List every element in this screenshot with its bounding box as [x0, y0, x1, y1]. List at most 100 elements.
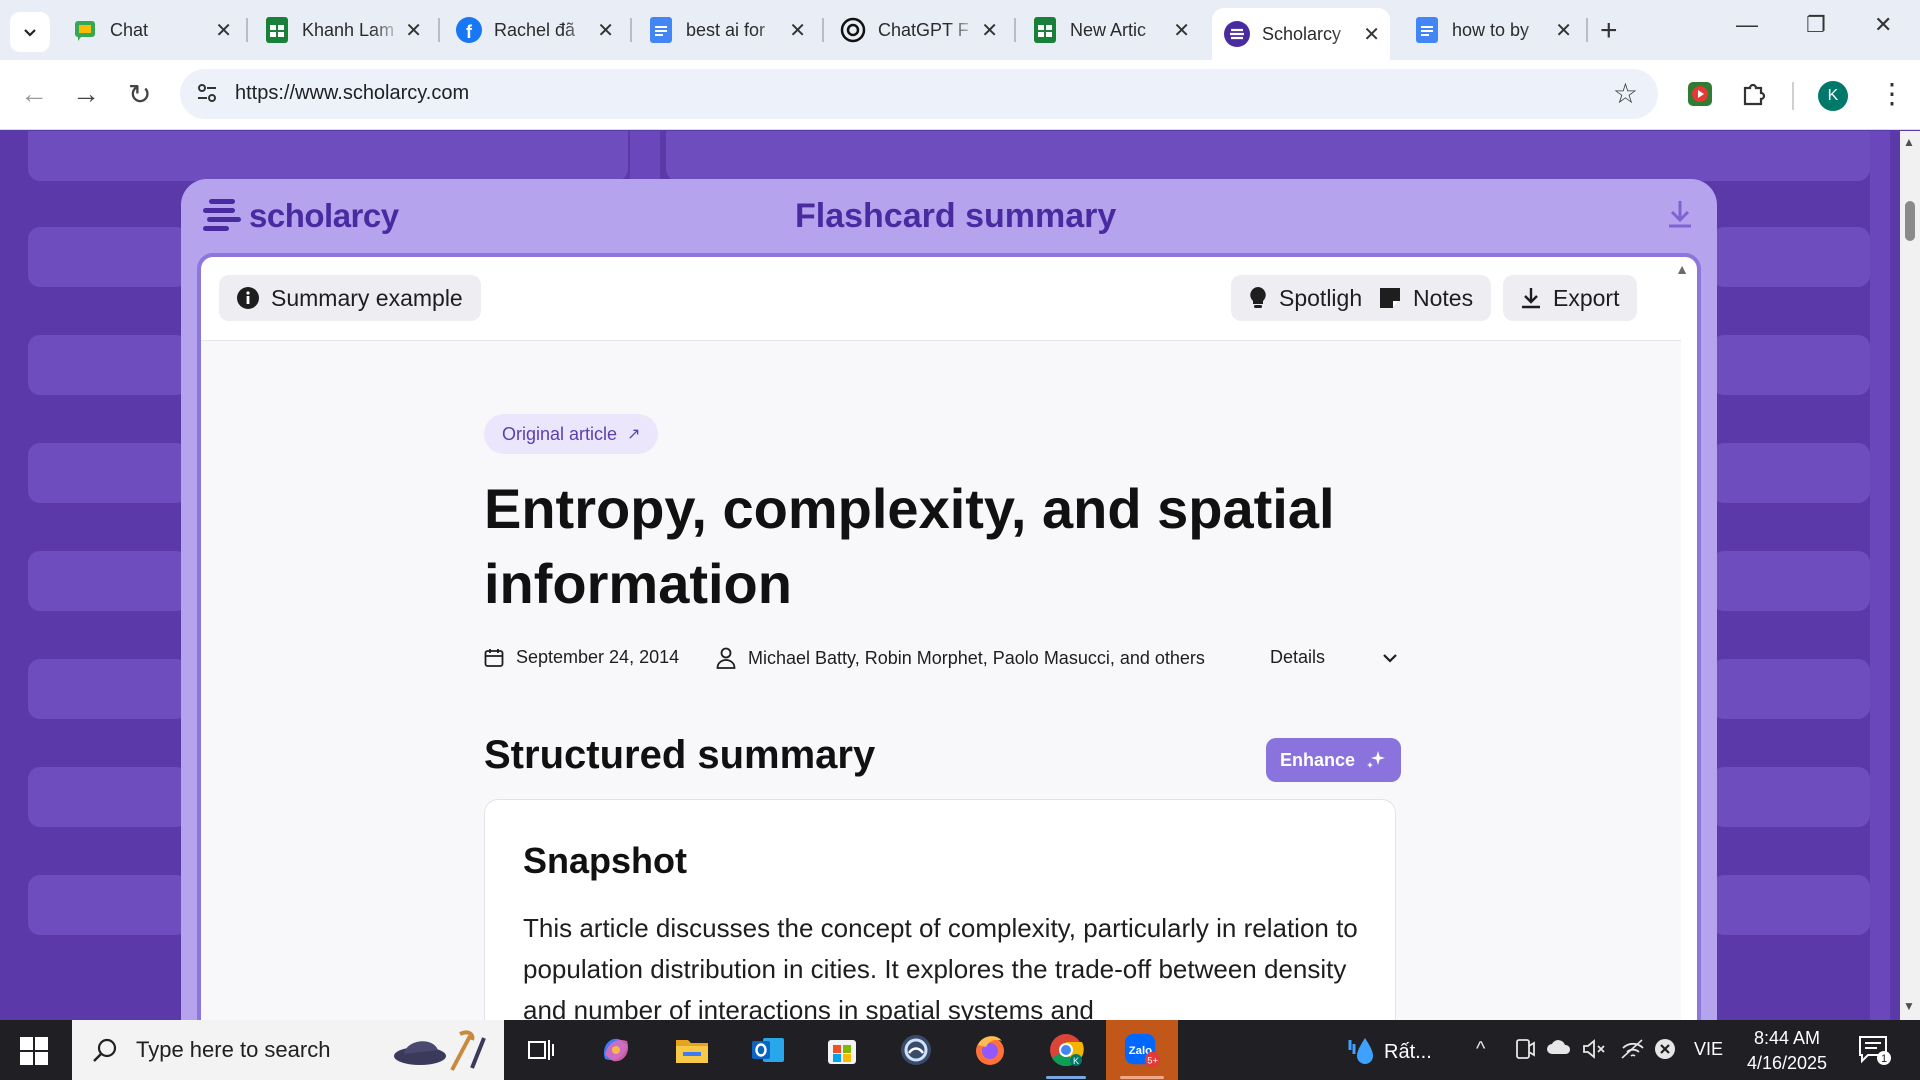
outlook-icon[interactable]: [750, 1032, 786, 1068]
site-settings-icon[interactable]: [194, 80, 220, 111]
show-hidden-icons-chevron-icon[interactable]: ^: [1476, 1038, 1485, 1061]
zalo-icon[interactable]: Zalo 5+: [1124, 1032, 1160, 1068]
summary-toolbar: Summary example Spotlight Notes Export: [201, 257, 1681, 341]
original-article-link[interactable]: Original article ↗: [484, 414, 659, 454]
tab-facebook[interactable]: f Rachel đã ✕: [444, 10, 624, 50]
background-tile: [1712, 335, 1870, 395]
background-tile: [28, 227, 188, 287]
windows-taskbar: Type here to search K Zalo 5+ Rất... ^ V…: [0, 1020, 1920, 1080]
background-tile: [28, 335, 188, 395]
close-icon[interactable]: ✕: [597, 18, 614, 43]
taskbar-search-box[interactable]: Type here to search: [72, 1020, 504, 1080]
minimize-icon[interactable]: —: [1736, 12, 1758, 38]
speaker-muted-icon[interactable]: [1582, 1038, 1606, 1066]
logo-text: scholarcy: [249, 197, 399, 234]
tab-scholarcy[interactable]: Scholarcy ✕: [1212, 8, 1390, 60]
search-icon: [92, 1037, 118, 1063]
tab-search-button[interactable]: [10, 12, 50, 52]
chrome-icon[interactable]: K: [1048, 1032, 1084, 1068]
structured-summary-heading: Structured summary: [484, 733, 876, 777]
tab-khanh-lam[interactable]: Khanh Lam ✕: [252, 10, 432, 50]
publication-date: September 24, 2014: [484, 647, 679, 668]
weather-widget[interactable]: Rất...: [1346, 1036, 1432, 1068]
close-icon[interactable]: ✕: [981, 18, 998, 43]
tab-separator: [1586, 18, 1588, 42]
wifi-icon[interactable]: [1620, 1038, 1646, 1066]
meet-now-icon[interactable]: [1514, 1038, 1536, 1066]
onedrive-cloud-icon[interactable]: [1546, 1038, 1572, 1062]
close-icon[interactable]: ✕: [405, 18, 422, 43]
google-docs-icon: [648, 17, 674, 43]
svg-text:K: K: [1073, 1056, 1079, 1066]
chevron-down-icon: [24, 29, 36, 37]
profile-avatar[interactable]: K: [1818, 81, 1848, 111]
scholarcy-logo-icon: [203, 199, 241, 231]
google-sheets-icon: [264, 17, 290, 43]
tab-separator: [822, 18, 824, 42]
lightbulb-icon: [1249, 286, 1267, 310]
system-clock[interactable]: 8:44 AM 4/16/2025: [1742, 1026, 1832, 1076]
address-bar[interactable]: https://www.scholarcy.com ☆: [180, 69, 1658, 119]
error-status-icon[interactable]: [1654, 1038, 1676, 1066]
tab-chatgpt[interactable]: ChatGPT F ✕: [828, 10, 1008, 50]
export-button[interactable]: Export: [1503, 275, 1638, 321]
scholarcy-logo[interactable]: scholarcy: [203, 197, 399, 235]
copilot-icon[interactable]: [598, 1032, 634, 1068]
close-icon[interactable]: ✕: [1555, 18, 1572, 43]
scroll-down-icon[interactable]: ▼: [1903, 999, 1915, 1013]
enhance-button[interactable]: Enhance: [1266, 738, 1402, 782]
file-explorer-icon[interactable]: [674, 1032, 710, 1068]
tab-how-to[interactable]: how to by ✕: [1402, 10, 1582, 50]
bookmark-star-icon[interactable]: ☆: [1613, 77, 1638, 110]
firefox-icon[interactable]: [972, 1032, 1008, 1068]
window-close-icon[interactable]: ✕: [1874, 12, 1892, 38]
external-arrow-icon: ↗: [627, 426, 641, 443]
background-tile: [28, 659, 188, 719]
background-tile: [1712, 551, 1870, 611]
extensions-puzzle-icon[interactable]: [1740, 80, 1768, 113]
tab-chat[interactable]: Chat ✕: [60, 10, 242, 50]
scroll-up-icon[interactable]: ▲: [1903, 135, 1915, 149]
background-tile: [1712, 767, 1870, 827]
page-scrollbar[interactable]: ▲ ▼: [1900, 131, 1920, 1020]
calendar-icon: [484, 648, 504, 668]
snapshot-card: Snapshot This article discusses the conc…: [484, 799, 1396, 1020]
vpn-app-icon[interactable]: [898, 1032, 934, 1068]
svg-text:f: f: [466, 22, 473, 42]
background-column: [1870, 131, 1890, 1020]
close-icon[interactable]: ✕: [1363, 22, 1380, 47]
close-icon[interactable]: ✕: [215, 18, 232, 43]
new-tab-plus-icon[interactable]: +: [1600, 14, 1618, 48]
tab-best-ai[interactable]: best ai for ✕: [636, 10, 816, 50]
reload-icon[interactable]: ↻: [128, 78, 151, 111]
sparkle-icon: [1365, 749, 1387, 771]
forward-arrow-icon[interactable]: →: [72, 78, 100, 110]
tab-new-article[interactable]: New Artic ✕: [1020, 10, 1200, 50]
restore-icon[interactable]: ❐: [1806, 12, 1826, 38]
sticky-note-icon: [1379, 287, 1401, 309]
snapshot-text: This article discusses the concept of co…: [523, 913, 1358, 1020]
microsoft-store-icon[interactable]: [824, 1032, 860, 1068]
background-tile: [1712, 875, 1870, 935]
url-text[interactable]: https://www.scholarcy.com: [235, 82, 469, 105]
background-tile: [1712, 227, 1870, 287]
notification-center-icon[interactable]: 1: [1858, 1034, 1892, 1071]
notes-button[interactable]: Notes: [1361, 275, 1492, 321]
background-tile: [1712, 443, 1870, 503]
more-menu-icon[interactable]: ⋮: [1878, 77, 1906, 110]
close-icon[interactable]: ✕: [789, 18, 806, 43]
download-icon[interactable]: [1667, 199, 1693, 234]
language-indicator[interactable]: VIE: [1694, 1039, 1723, 1060]
windows-start-icon[interactable]: [20, 1037, 48, 1070]
video-extension-icon[interactable]: [1686, 80, 1714, 113]
notification-count: 1: [1881, 1053, 1887, 1065]
details-toggle[interactable]: Details: [1270, 647, 1397, 668]
scrollbar-thumb[interactable]: [1905, 201, 1915, 241]
close-icon[interactable]: ✕: [1173, 18, 1190, 43]
summary-example-button[interactable]: Summary example: [219, 275, 481, 321]
chevron-down-icon: [1383, 653, 1397, 663]
tab-separator: [1014, 18, 1016, 42]
info-icon: [237, 287, 259, 309]
task-view-icon[interactable]: [522, 1032, 558, 1068]
back-arrow-icon[interactable]: ←: [20, 78, 48, 110]
